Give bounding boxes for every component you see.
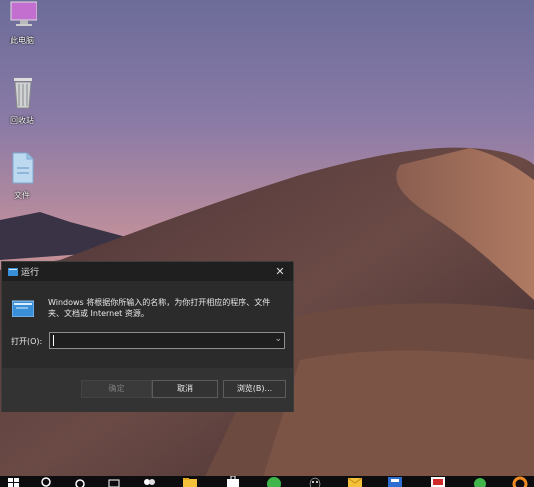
run-app-icon bbox=[8, 267, 18, 279]
people-icon[interactable] bbox=[141, 476, 157, 487]
dialog-content: Windows 将根据你所输入的名称，为你打开相应的程序、文件夹、文档或 Int… bbox=[2, 281, 293, 368]
store-icon[interactable] bbox=[225, 476, 241, 487]
dialog-message: Windows 将根据你所输入的名称，为你打开相应的程序、文件夹、文档或 Int… bbox=[48, 298, 271, 318]
close-button[interactable]: ✕ bbox=[267, 262, 293, 281]
cortana-icon[interactable] bbox=[72, 476, 88, 487]
this-pc-icon bbox=[10, 1, 38, 26]
desktop-icon-label: 回收站 bbox=[10, 116, 34, 125]
dialog-title: 运行 bbox=[21, 268, 40, 278]
text-caret bbox=[53, 335, 54, 346]
app-blue-icon[interactable] bbox=[387, 476, 403, 487]
close-icon: ✕ bbox=[275, 265, 285, 278]
desktop: 此电脑 回收站 文件 运行 ✕ Windows 将根据你所输入的名称，为你打开相… bbox=[0, 0, 534, 487]
ok-button[interactable]: 确定 bbox=[81, 380, 152, 398]
run-icon bbox=[11, 299, 35, 320]
desktop-icon-folder[interactable]: 文件 bbox=[0, 149, 44, 201]
app-red-icon[interactable] bbox=[430, 476, 446, 487]
file-explorer-icon[interactable] bbox=[182, 476, 198, 487]
cancel-button[interactable]: 取消 bbox=[152, 380, 218, 398]
wechat-icon[interactable] bbox=[472, 476, 488, 487]
recycle-bin-icon bbox=[14, 78, 32, 109]
app-orange-icon[interactable] bbox=[512, 476, 528, 487]
dialog-footer: 确定 取消 浏览(B)... bbox=[2, 368, 293, 412]
taskbar bbox=[0, 476, 534, 487]
titlebar[interactable]: 运行 ✕ bbox=[2, 262, 293, 281]
desktop-icon-label: 文件 bbox=[14, 191, 30, 200]
run-dialog: 运行 ✕ Windows 将根据你所输入的名称，为你打开相应的程序、文件夹、文档… bbox=[1, 261, 294, 412]
wallpaper-dunes bbox=[0, 147, 534, 487]
open-label: 打开(O): bbox=[11, 337, 43, 346]
desktop-icon-recycle-bin[interactable]: 回收站 bbox=[0, 74, 44, 126]
start-icon[interactable] bbox=[6, 476, 22, 487]
desktop-icon-label: 此电脑 bbox=[10, 36, 34, 45]
open-input[interactable]: ⌄ bbox=[49, 332, 285, 349]
search-icon[interactable] bbox=[38, 476, 54, 487]
chevron-down-icon[interactable]: ⌄ bbox=[274, 334, 282, 344]
qq-icon[interactable] bbox=[307, 476, 323, 487]
desktop-icon-this-pc[interactable]: 此电脑 bbox=[0, 0, 44, 46]
task-view-icon[interactable] bbox=[106, 476, 122, 487]
mail-icon[interactable] bbox=[347, 476, 363, 487]
app-green-icon[interactable] bbox=[266, 476, 282, 487]
browse-button[interactable]: 浏览(B)... bbox=[223, 380, 286, 398]
folder-icon bbox=[12, 152, 34, 184]
